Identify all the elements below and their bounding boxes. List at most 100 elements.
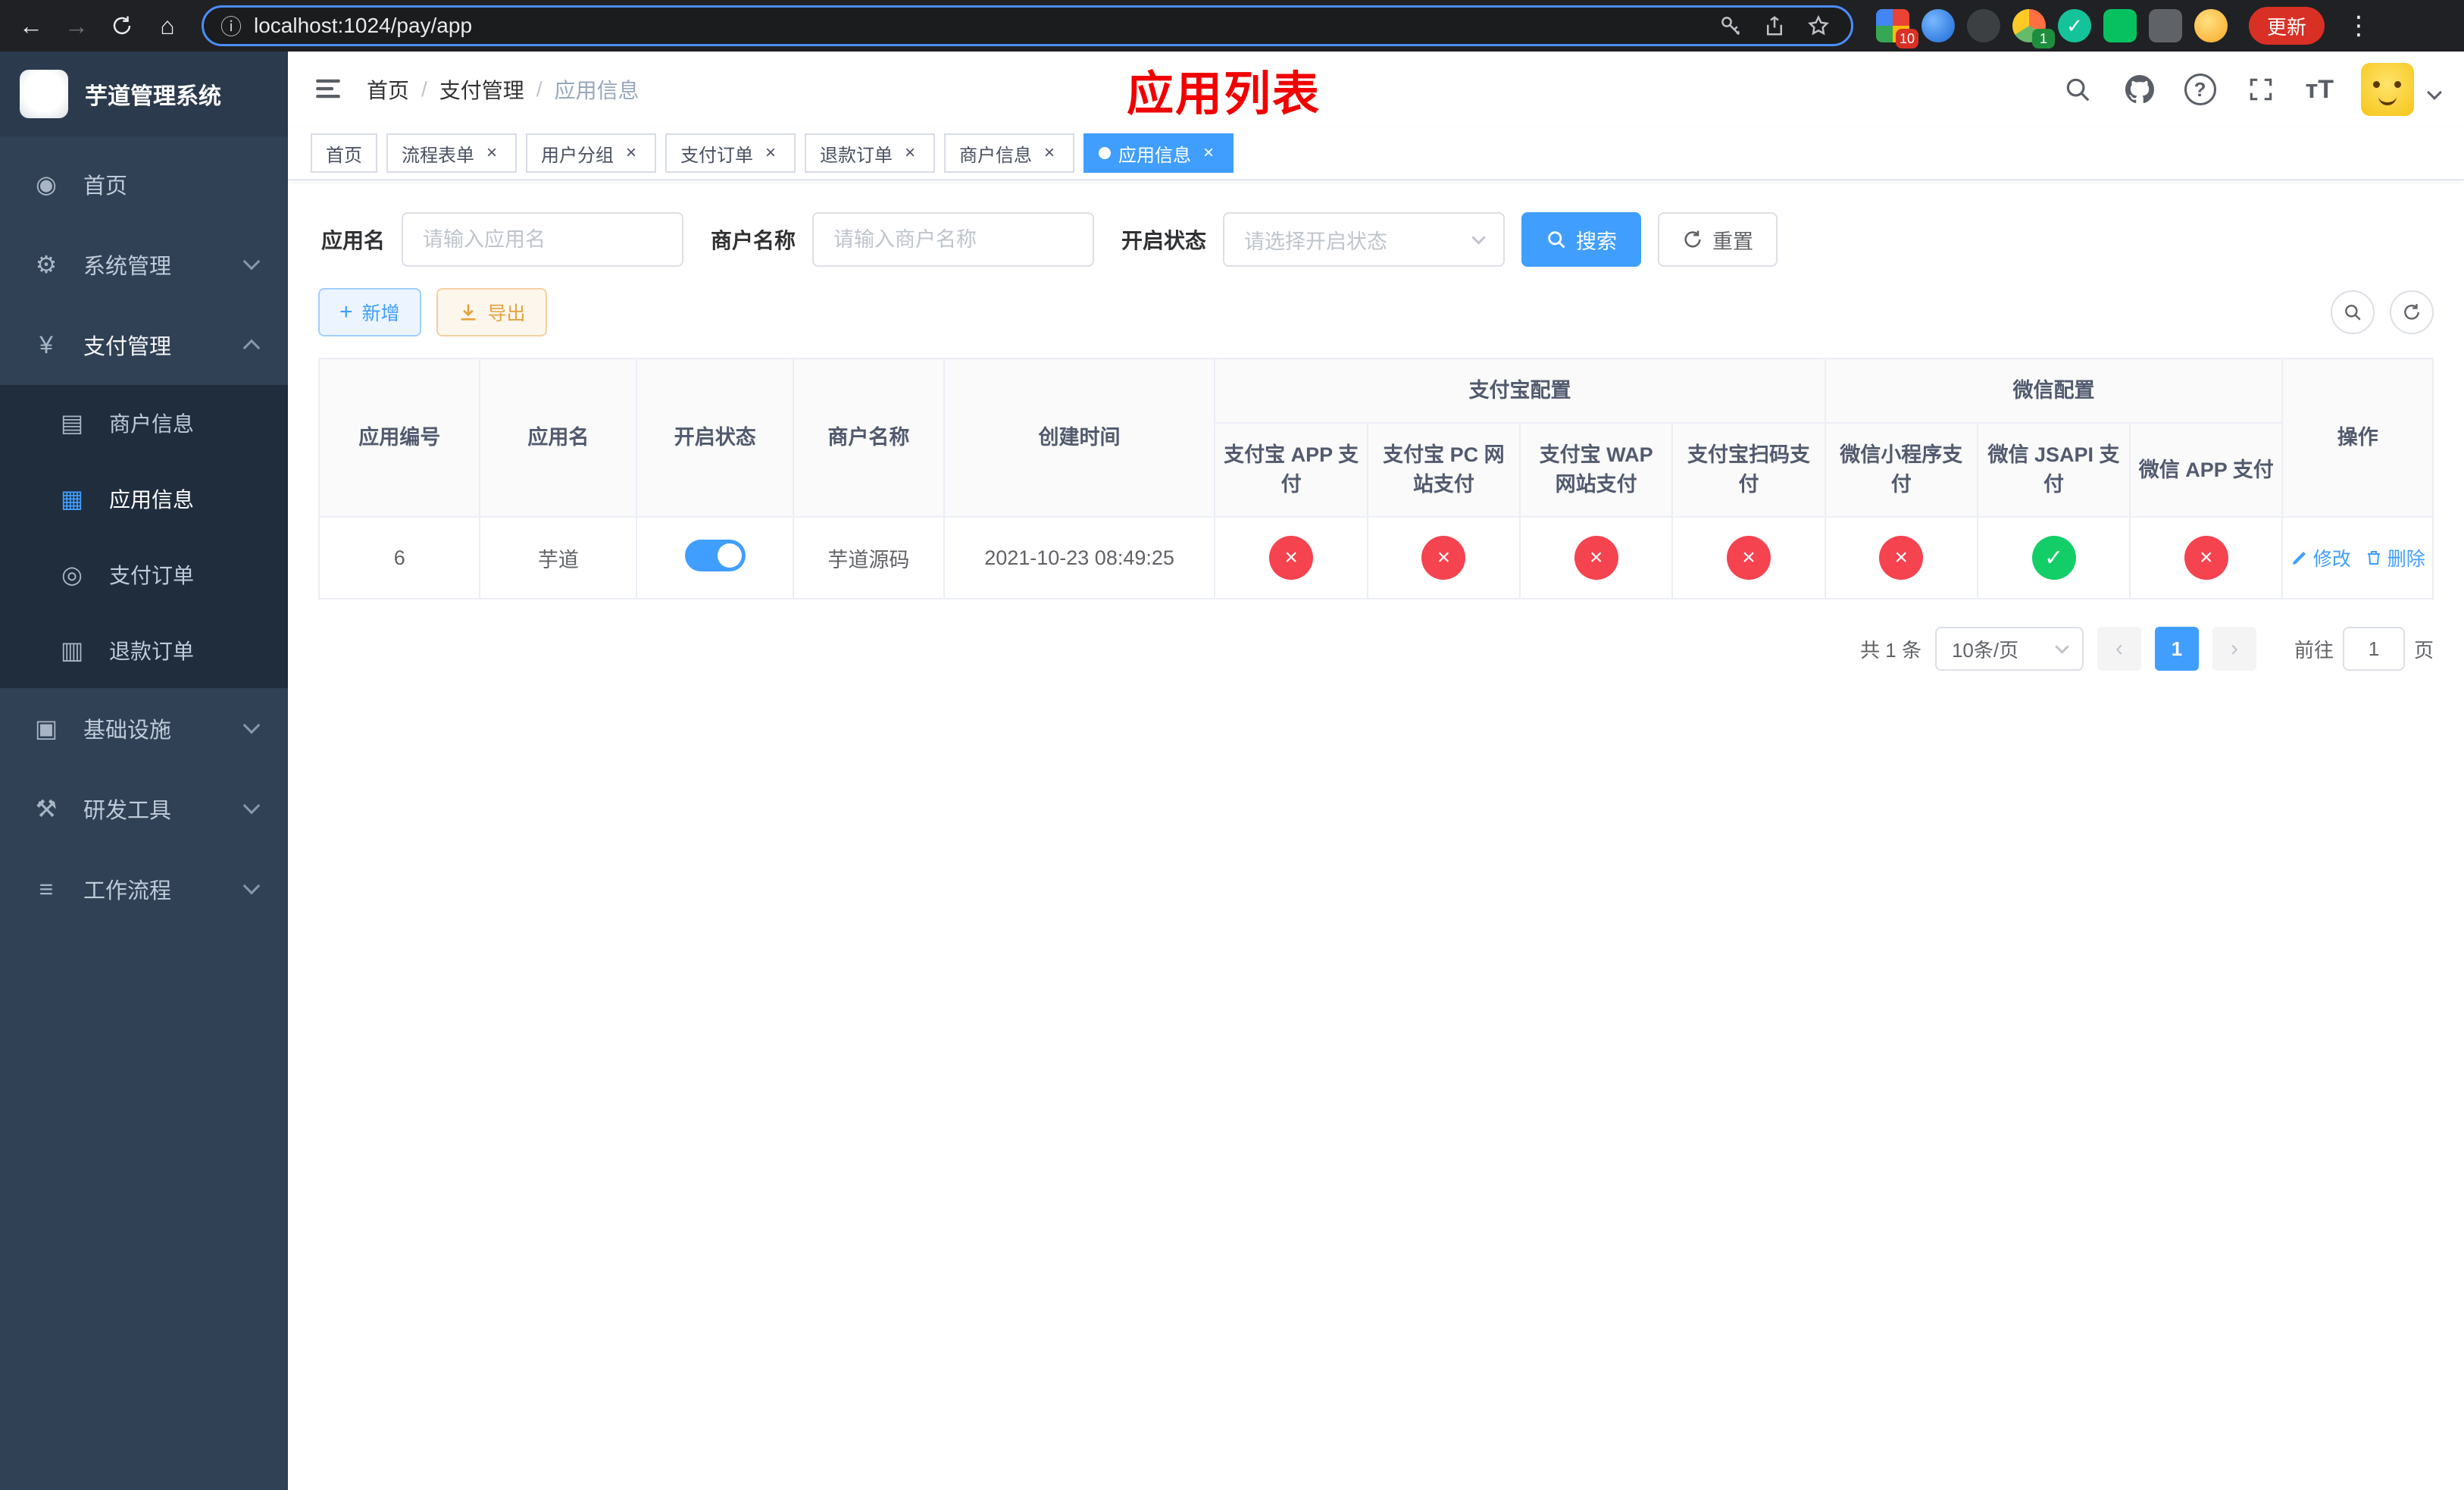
sidebar-item-workflow[interactable]: ≡ 工作流程 xyxy=(0,849,288,929)
status-switch[interactable] xyxy=(684,539,746,571)
fullscreen-icon[interactable] xyxy=(2244,72,2278,107)
sidebar-item-app-info[interactable]: ▦ 应用信息 xyxy=(0,461,288,537)
goto-page-input[interactable] xyxy=(2342,627,2405,671)
info-icon[interactable]: ⓘ xyxy=(220,11,242,41)
wechat-mini-status-icon: × xyxy=(1879,536,1924,581)
extension-icon-6[interactable] xyxy=(2103,9,2137,42)
app-name-label: 应用名 xyxy=(321,229,386,252)
extension-icon-4[interactable]: 1 xyxy=(2012,9,2055,49)
address-bar[interactable]: ⓘ localhost:1024/pay/app xyxy=(202,5,1853,46)
next-page-button[interactable]: › xyxy=(2212,627,2256,671)
chevron-down-icon xyxy=(242,797,261,815)
github-icon[interactable] xyxy=(2122,72,2157,107)
password-key-icon[interactable] xyxy=(1715,10,1746,42)
share-icon[interactable] xyxy=(1759,10,1790,42)
col-header-created: 创建时间 xyxy=(943,357,1216,518)
edit-link[interactable]: 修改 xyxy=(2290,544,2351,571)
page-annotation-title: 应用列表 xyxy=(1126,68,1321,121)
toggle-search-button[interactable] xyxy=(2331,290,2375,334)
chevron-down-icon xyxy=(242,877,261,895)
merchant-name-input[interactable] xyxy=(812,212,1095,267)
table-row: 6 芋道 芋道源码 2021-10-23 08:49:25 × × × × × … xyxy=(317,516,2434,600)
sidebar-item-home[interactable]: ◉ 首页 xyxy=(0,144,288,224)
sidebar-item-system[interactable]: ⚙ 系统管理 xyxy=(0,224,288,305)
add-button[interactable]: + 新增 xyxy=(318,288,421,337)
search-icon[interactable] xyxy=(2060,72,2095,107)
breadcrumb-separator: / xyxy=(536,77,543,101)
chevron-down-icon xyxy=(1471,230,1486,245)
page-size-select[interactable]: 10条/页 xyxy=(1934,627,2084,671)
filter-form: 应用名 商户名称 开启状态 请选择开启状态 搜索 重置 xyxy=(318,202,2434,273)
delete-link[interactable]: 删除 xyxy=(2365,544,2425,571)
close-icon[interactable]: × xyxy=(761,142,780,163)
sidebar-item-label: 支付管理 xyxy=(83,335,172,359)
home-icon[interactable]: ⌂ xyxy=(147,5,188,46)
sidebar-item-infrastructure[interactable]: ▣ 基础设施 xyxy=(0,688,288,768)
close-icon[interactable]: × xyxy=(482,142,502,163)
add-button-label: 新增 xyxy=(361,303,400,324)
close-icon[interactable]: × xyxy=(1199,142,1218,163)
hamburger-icon[interactable] xyxy=(312,73,346,106)
close-icon[interactable]: × xyxy=(621,142,641,163)
avatar[interactable] xyxy=(2361,63,2414,116)
chevron-down-icon xyxy=(2055,640,2069,654)
avatar-caret-icon[interactable] xyxy=(2427,85,2442,100)
font-size-icon[interactable]: тT xyxy=(2306,75,2334,105)
merchant-name-label: 商户名称 xyxy=(711,229,796,252)
reset-button[interactable]: 重置 xyxy=(1658,212,1778,267)
extension-icon-1[interactable]: 10 xyxy=(1876,9,1918,49)
help-icon[interactable]: ? xyxy=(2184,74,2216,105)
extension-icon-5[interactable]: ✓ xyxy=(2058,9,2091,42)
extension-badge: 10 xyxy=(1895,29,1918,49)
tab-app-info[interactable]: 应用信息 × xyxy=(1083,133,1234,173)
sidebar-item-merchant-info[interactable]: ▤ 商户信息 xyxy=(0,385,288,461)
tab-pay-order[interactable]: 支付订单 × xyxy=(665,133,796,173)
extension-icon-8[interactable] xyxy=(2194,9,2228,42)
prev-page-button[interactable]: ‹ xyxy=(2097,627,2141,671)
browser-toolbar: ← → ⌂ ⓘ localhost:1024/pay/app 10 1 ✓ 更新… xyxy=(0,0,2464,52)
app-name-input[interactable] xyxy=(402,212,684,267)
sidebar-item-label: 工作流程 xyxy=(83,879,172,903)
tab-label: 用户分组 xyxy=(541,145,614,166)
wechat-jsapi-status-icon: ✓ xyxy=(2031,536,2076,581)
dashboard-icon: ◉ xyxy=(36,171,57,198)
goto-label: 前往 xyxy=(2294,638,2334,662)
bookmark-star-icon[interactable] xyxy=(1803,10,1834,42)
tab-home[interactable]: 首页 xyxy=(311,133,377,173)
sidebar-item-label: 研发工具 xyxy=(83,799,172,823)
tab-label: 商户信息 xyxy=(959,145,1032,166)
search-button[interactable]: 搜索 xyxy=(1521,212,1642,267)
sidebar-item-payment[interactable]: ¥ 支付管理 xyxy=(0,305,288,385)
cell-status xyxy=(636,516,795,600)
forward-icon[interactable]: → xyxy=(56,5,97,46)
extension-icon-3[interactable] xyxy=(1967,9,2000,42)
page-button-1[interactable]: 1 xyxy=(2154,627,2199,671)
col-header-merchant: 商户名称 xyxy=(793,357,945,518)
tab-process-form[interactable]: 流程表单 × xyxy=(386,133,517,173)
reload-icon[interactable] xyxy=(102,5,142,46)
sidebar-item-devtools[interactable]: ⚒ 研发工具 xyxy=(0,768,288,849)
yen-icon: ¥ xyxy=(39,330,53,358)
extension-icon-7[interactable] xyxy=(2149,9,2182,42)
refresh-table-button[interactable] xyxy=(2390,290,2434,334)
close-icon[interactable]: × xyxy=(900,142,920,163)
close-icon[interactable]: × xyxy=(1040,142,1059,163)
document-icon: ▥ xyxy=(60,637,84,664)
browser-update-button[interactable]: 更新 xyxy=(2249,7,2325,45)
app-logo[interactable]: 芋道管理系统 xyxy=(0,52,288,136)
extension-icon-2[interactable] xyxy=(1921,9,1955,42)
browser-menu-icon[interactable]: ⋮ xyxy=(2337,11,2381,41)
delete-link-label: 删除 xyxy=(2387,549,2425,571)
back-icon[interactable]: ← xyxy=(11,5,52,46)
payment-submenu: ▤ 商户信息 ▦ 应用信息 ◎ 支付订单 ▥ 退款订单 xyxy=(0,385,288,688)
export-button[interactable]: 导出 xyxy=(436,288,547,337)
sidebar-item-refund-order[interactable]: ▥ 退款订单 xyxy=(0,612,288,688)
tab-user-group[interactable]: 用户分组 × xyxy=(526,133,656,173)
breadcrumb-section[interactable]: 支付管理 xyxy=(439,74,524,105)
tab-refund-order[interactable]: 退款订单 × xyxy=(805,133,935,173)
breadcrumb-home[interactable]: 首页 xyxy=(367,74,409,105)
status-select[interactable]: 请选择开启状态 xyxy=(1223,212,1506,267)
extension-badge: 1 xyxy=(2032,29,2055,49)
sidebar-item-pay-order[interactable]: ◎ 支付订单 xyxy=(0,537,288,612)
tab-merchant-info[interactable]: 商户信息 × xyxy=(944,133,1074,173)
